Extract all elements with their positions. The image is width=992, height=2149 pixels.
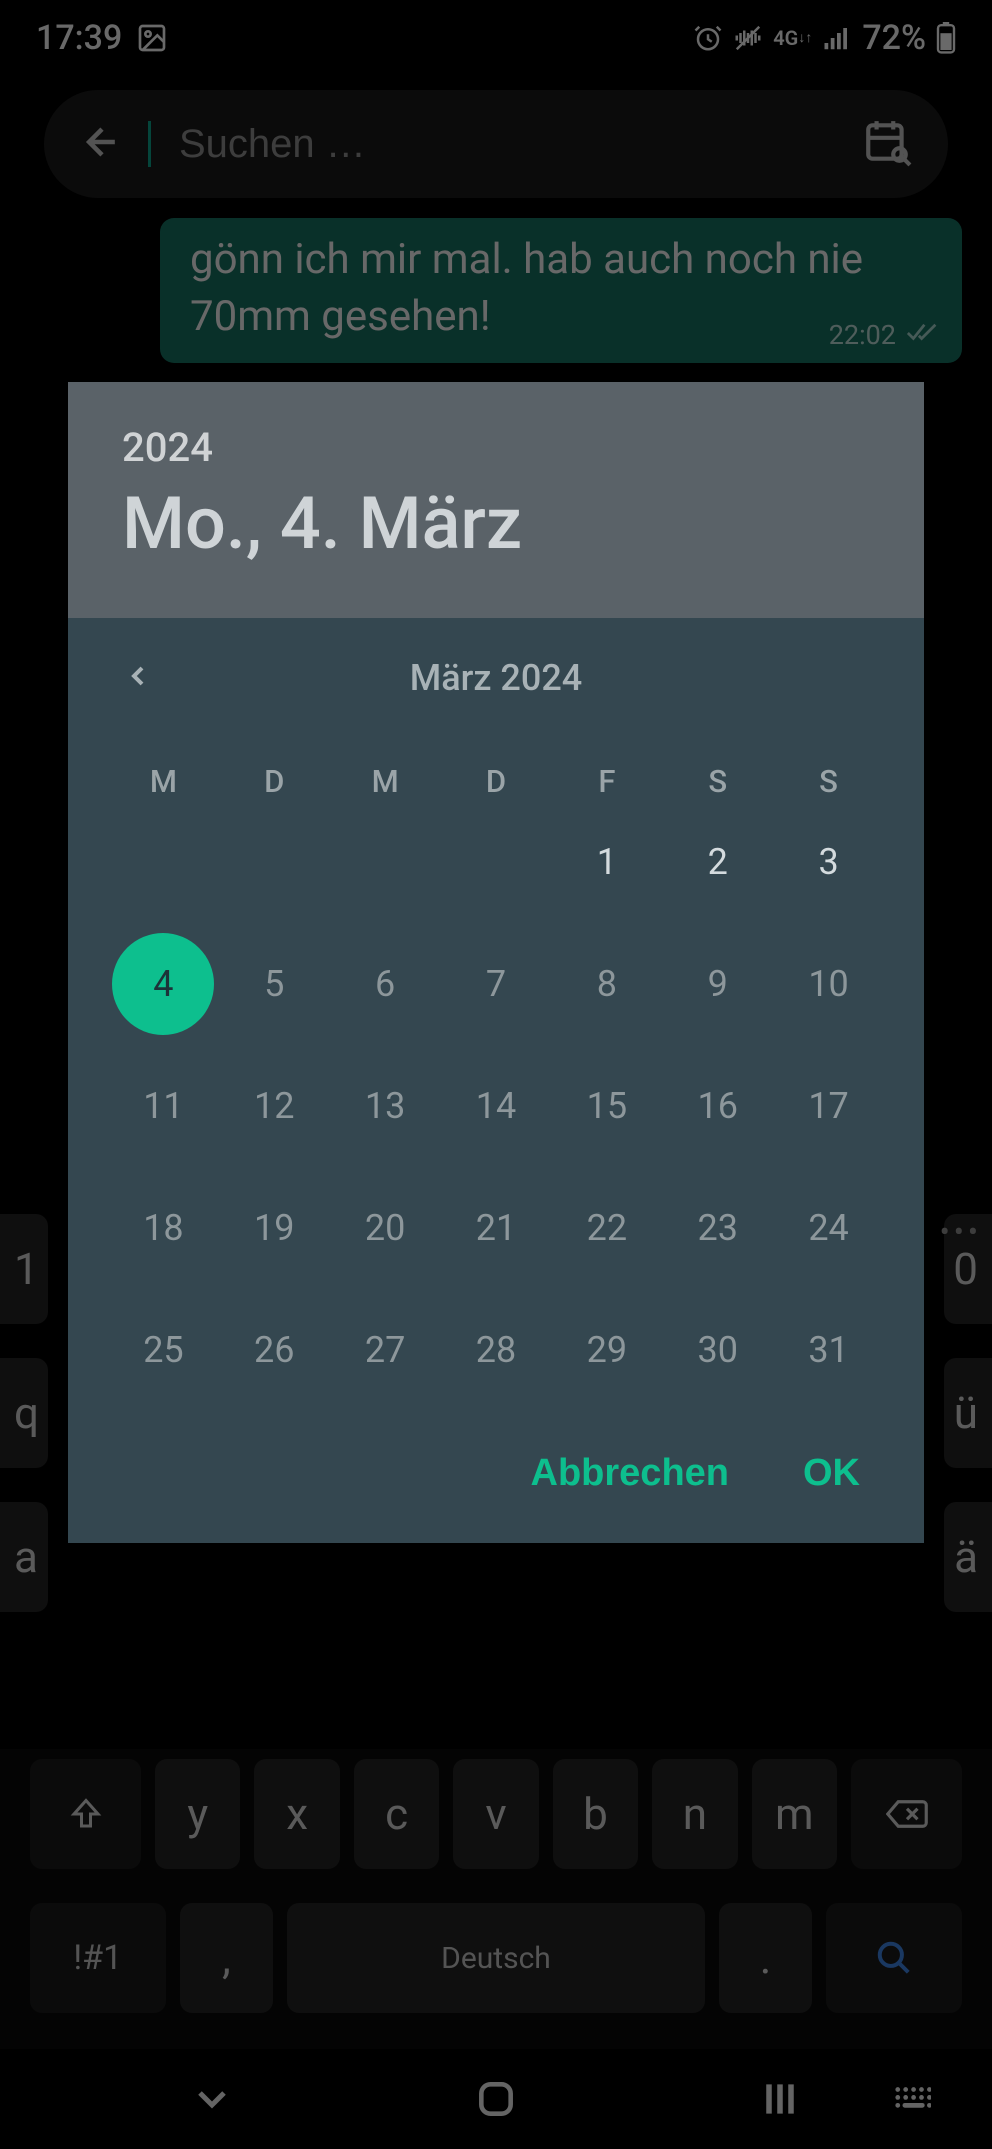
calendar-day[interactable]: 25 [108,1312,219,1388]
calendar-day[interactable]: 26 [219,1312,330,1388]
dow-label: S [662,763,773,800]
calendar-day[interactable]: 11 [108,1068,219,1144]
month-label[interactable]: März 2024 [410,657,583,699]
calendar-day[interactable]: 2 [662,824,773,900]
calendar-day[interactable]: 31 [773,1312,884,1388]
dow-label: S [773,763,884,800]
calendar-day[interactable]: 12 [219,1068,330,1144]
calendar-day[interactable]: 14 [441,1068,552,1144]
calendar-day[interactable]: 20 [330,1190,441,1266]
dow-label: M [108,763,219,800]
picker-date-label[interactable]: Mo., 4. März [122,481,870,566]
calendar-day[interactable]: 3 [773,824,884,900]
calendar-day[interactable]: 30 [662,1312,773,1388]
calendar-day[interactable]: 21 [441,1190,552,1266]
calendar-day-selected[interactable]: 4 [108,946,219,1022]
calendar-day[interactable]: 22 [551,1190,662,1266]
calendar-day[interactable]: 23 [662,1190,773,1266]
cancel-button[interactable]: Abbrechen [531,1452,729,1495]
prev-month-button[interactable] [122,660,154,696]
calendar-day[interactable]: 1 [551,824,662,900]
calendar-day[interactable]: 13 [330,1068,441,1144]
calendar-day[interactable]: 18 [108,1190,219,1266]
dialog-actions: Abbrechen OK [68,1418,924,1543]
calendar-day[interactable]: 28 [441,1312,552,1388]
calendar-day[interactable]: 7 [441,946,552,1022]
calendar-day[interactable]: 24 [773,1190,884,1266]
ok-button[interactable]: OK [803,1452,860,1495]
picker-year[interactable]: 2024 [122,424,870,471]
calendar-day[interactable]: 16 [662,1068,773,1144]
calendar-day[interactable]: 8 [551,946,662,1022]
calendar-day[interactable]: 19 [219,1190,330,1266]
calendar-day[interactable]: 29 [551,1312,662,1388]
calendar-day[interactable]: 27 [330,1312,441,1388]
calendar-day[interactable]: 10 [773,946,884,1022]
date-picker-header: 2024 Mo., 4. März [68,382,924,618]
dow-label: M [330,763,441,800]
calendar-day[interactable]: 6 [330,946,441,1022]
calendar-day[interactable]: 9 [662,946,773,1022]
dow-label: F [551,763,662,800]
month-navigation: März 2024 [68,618,924,738]
calendar-day[interactable]: 15 [551,1068,662,1144]
dow-label: D [219,763,330,800]
day-of-week-row: MDMDFSS [68,738,924,824]
date-picker-dialog: 2024 Mo., 4. März März 2024 MDMDFSS 1234… [68,382,924,1543]
calendar-day[interactable]: 5 [219,946,330,1022]
calendar-grid: 1234567891011121314151617181920212223242… [68,824,924,1418]
dow-label: D [441,763,552,800]
calendar-day[interactable]: 17 [773,1068,884,1144]
